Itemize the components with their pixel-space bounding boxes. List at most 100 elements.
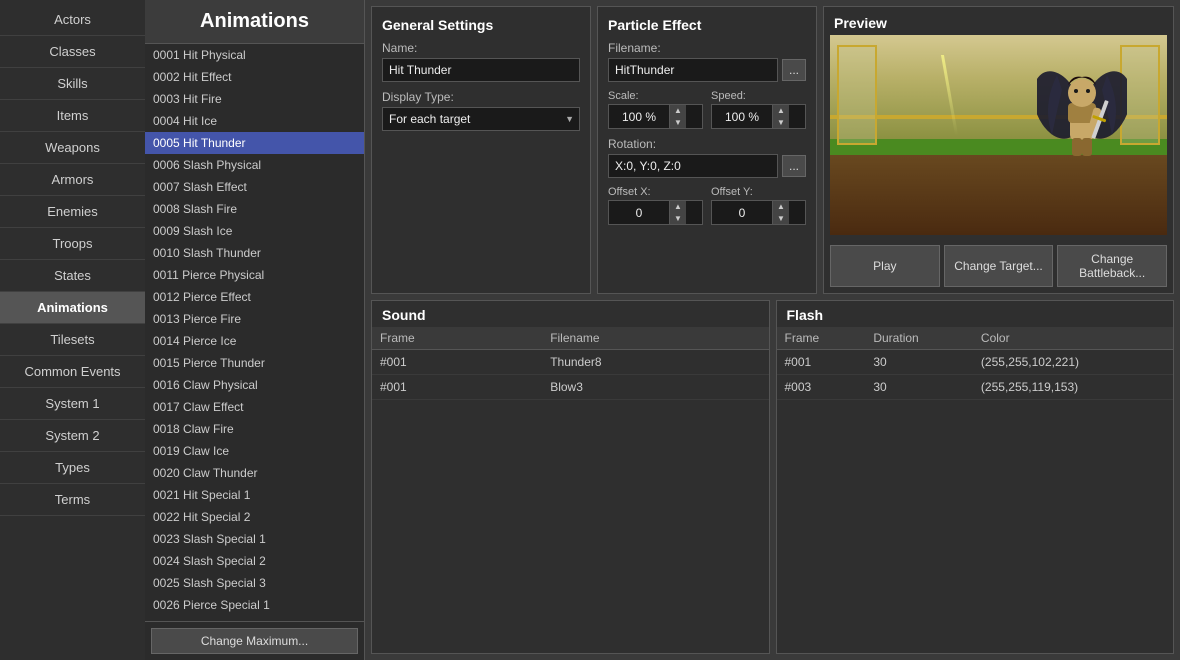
list-item-0010[interactable]: 0010 Slash Thunder	[145, 242, 364, 264]
change-battleback-button[interactable]: Change Battleback...	[1057, 245, 1167, 287]
flash-title: Flash	[777, 301, 1174, 327]
table-row[interactable]: #00130(255,255,102,221)	[777, 350, 1174, 375]
sidebar-item-skills[interactable]: Skills	[0, 68, 145, 100]
sidebar-item-classes[interactable]: Classes	[0, 36, 145, 68]
scale-input[interactable]	[609, 107, 669, 127]
list-scroll[interactable]: 0001 Hit Physical0002 Hit Effect0003 Hit…	[145, 44, 364, 621]
speed-down-button[interactable]: ▼	[772, 117, 789, 129]
sidebar-item-troops[interactable]: Troops	[0, 228, 145, 260]
rotation-dots-button[interactable]: ...	[782, 155, 806, 177]
play-button[interactable]: Play	[830, 245, 940, 287]
filename-dots-button[interactable]: ...	[782, 59, 806, 81]
list-item-0004[interactable]: 0004 Hit Ice	[145, 110, 364, 132]
change-target-button[interactable]: Change Target...	[944, 245, 1054, 287]
name-label: Name:	[382, 41, 580, 55]
speed-input[interactable]	[712, 107, 772, 127]
flash-col-duration: Duration	[865, 327, 973, 350]
list-item-0005[interactable]: 0005 Hit Thunder	[145, 132, 364, 154]
list-item-0003[interactable]: 0003 Hit Fire	[145, 88, 364, 110]
flash-table-scroll[interactable]: Frame Duration Color #00130(255,255,102,…	[777, 327, 1174, 653]
character-svg	[1037, 55, 1127, 165]
list-item-0023[interactable]: 0023 Slash Special 1	[145, 528, 364, 550]
list-item-0022[interactable]: 0022 Hit Special 2	[145, 506, 364, 528]
display-type-wrapper: For each targetFor whole targetFor whole…	[382, 107, 580, 131]
rotation-input[interactable]	[608, 154, 778, 178]
sidebar-item-enemies[interactable]: Enemies	[0, 196, 145, 228]
flash-panel: Flash Frame Duration Color #00130(255,25…	[776, 300, 1175, 654]
sidebar-item-items[interactable]: Items	[0, 100, 145, 132]
sound-cell-filename: Thunder8	[542, 350, 768, 375]
filename-label: Filename:	[608, 41, 806, 55]
sidebar-item-terms[interactable]: Terms	[0, 484, 145, 516]
sidebar-item-common-events[interactable]: Common Events	[0, 356, 145, 388]
change-maximum-button[interactable]: Change Maximum...	[151, 628, 358, 654]
list-item-0017[interactable]: 0017 Claw Effect	[145, 396, 364, 418]
sidebar-item-types[interactable]: Types	[0, 452, 145, 484]
list-item-0015[interactable]: 0015 Pierce Thunder	[145, 352, 364, 374]
sidebar-item-actors[interactable]: Actors	[0, 4, 145, 36]
list-item-0020[interactable]: 0020 Claw Thunder	[145, 462, 364, 484]
sound-panel: Sound Frame Filename #001Thunder8#001Blo…	[371, 300, 770, 654]
sidebar-item-states[interactable]: States	[0, 260, 145, 292]
offset-x-up-button[interactable]: ▲	[669, 201, 686, 213]
list-item-0021[interactable]: 0021 Hit Special 1	[145, 484, 364, 506]
general-settings-panel: General Settings Name: Display Type: For…	[371, 6, 591, 294]
list-item-0025[interactable]: 0025 Slash Special 3	[145, 572, 364, 594]
scale-up-button[interactable]: ▲	[669, 105, 686, 117]
sound-table-header: Frame Filename	[372, 327, 769, 350]
character-container	[1037, 55, 1127, 165]
offset-y-up-button[interactable]: ▲	[772, 201, 789, 213]
list-item-0011[interactable]: 0011 Pierce Physical	[145, 264, 364, 286]
flash-cell-frame: #001	[777, 350, 866, 375]
list-panel: Animations 0001 Hit Physical0002 Hit Eff…	[145, 0, 365, 660]
display-type-select[interactable]: For each targetFor whole targetFor whole…	[382, 107, 580, 131]
list-item-0009[interactable]: 0009 Slash Ice	[145, 220, 364, 242]
preview-title: Preview	[824, 7, 1173, 35]
sidebar-item-armors[interactable]: Armors	[0, 164, 145, 196]
scale-down-button[interactable]: ▼	[669, 117, 686, 129]
table-row[interactable]: #001Thunder8	[372, 350, 769, 375]
offset-row: Offset X: ▲ ▼ Offset Y:	[608, 186, 806, 225]
sidebar-item-system1[interactable]: System 1	[0, 388, 145, 420]
bottom-row: Sound Frame Filename #001Thunder8#001Blo…	[365, 300, 1180, 660]
list-item-0024[interactable]: 0024 Slash Special 2	[145, 550, 364, 572]
flash-table-header: Frame Duration Color	[777, 327, 1174, 350]
filename-input[interactable]	[608, 58, 778, 82]
list-item-0008[interactable]: 0008 Slash Fire	[145, 198, 364, 220]
sound-title: Sound	[372, 301, 769, 327]
offset-y-input[interactable]	[712, 203, 772, 223]
list-item-0002[interactable]: 0002 Hit Effect	[145, 66, 364, 88]
name-input[interactable]	[382, 58, 580, 82]
list-item-0019[interactable]: 0019 Claw Ice	[145, 440, 364, 462]
offset-x-input[interactable]	[609, 203, 669, 223]
sidebar-item-system2[interactable]: System 2	[0, 420, 145, 452]
list-item-0006[interactable]: 0006 Slash Physical	[145, 154, 364, 176]
sidebar-item-weapons[interactable]: Weapons	[0, 132, 145, 164]
preview-panel: Preview	[823, 6, 1174, 294]
speed-spinner: ▲ ▼	[711, 104, 806, 129]
table-row[interactable]: #001Blow3	[372, 375, 769, 400]
filename-row: ...	[608, 58, 806, 82]
list-item-0012[interactable]: 0012 Pierce Effect	[145, 286, 364, 308]
table-row[interactable]: #00330(255,255,119,153)	[777, 375, 1174, 400]
offset-y-down-button[interactable]: ▼	[772, 213, 789, 225]
sidebar: ActorsClassesSkillsItemsWeaponsArmorsEne…	[0, 0, 145, 660]
list-item-0026[interactable]: 0026 Pierce Special 1	[145, 594, 364, 616]
list-item-0007[interactable]: 0007 Slash Effect	[145, 176, 364, 198]
list-item-0016[interactable]: 0016 Claw Physical	[145, 374, 364, 396]
preview-canvas	[830, 35, 1167, 235]
list-item-0014[interactable]: 0014 Pierce Ice	[145, 330, 364, 352]
sidebar-item-animations[interactable]: Animations	[0, 292, 145, 324]
sound-col-frame: Frame	[372, 327, 542, 350]
list-item-0013[interactable]: 0013 Pierce Fire	[145, 308, 364, 330]
list-item-0001[interactable]: 0001 Hit Physical	[145, 44, 364, 66]
rotation-label: Rotation:	[608, 137, 806, 151]
speed-spinner-buttons: ▲ ▼	[772, 105, 789, 128]
sound-table-scroll[interactable]: Frame Filename #001Thunder8#001Blow3	[372, 327, 769, 653]
offset-x-down-button[interactable]: ▼	[669, 213, 686, 225]
speed-up-button[interactable]: ▲	[772, 105, 789, 117]
list-item-0018[interactable]: 0018 Claw Fire	[145, 418, 364, 440]
particle-effect-panel: Particle Effect Filename: ... Scale: ▲ ▼	[597, 6, 817, 294]
flash-cell-duration: 30	[865, 350, 973, 375]
sidebar-item-tilesets[interactable]: Tilesets	[0, 324, 145, 356]
